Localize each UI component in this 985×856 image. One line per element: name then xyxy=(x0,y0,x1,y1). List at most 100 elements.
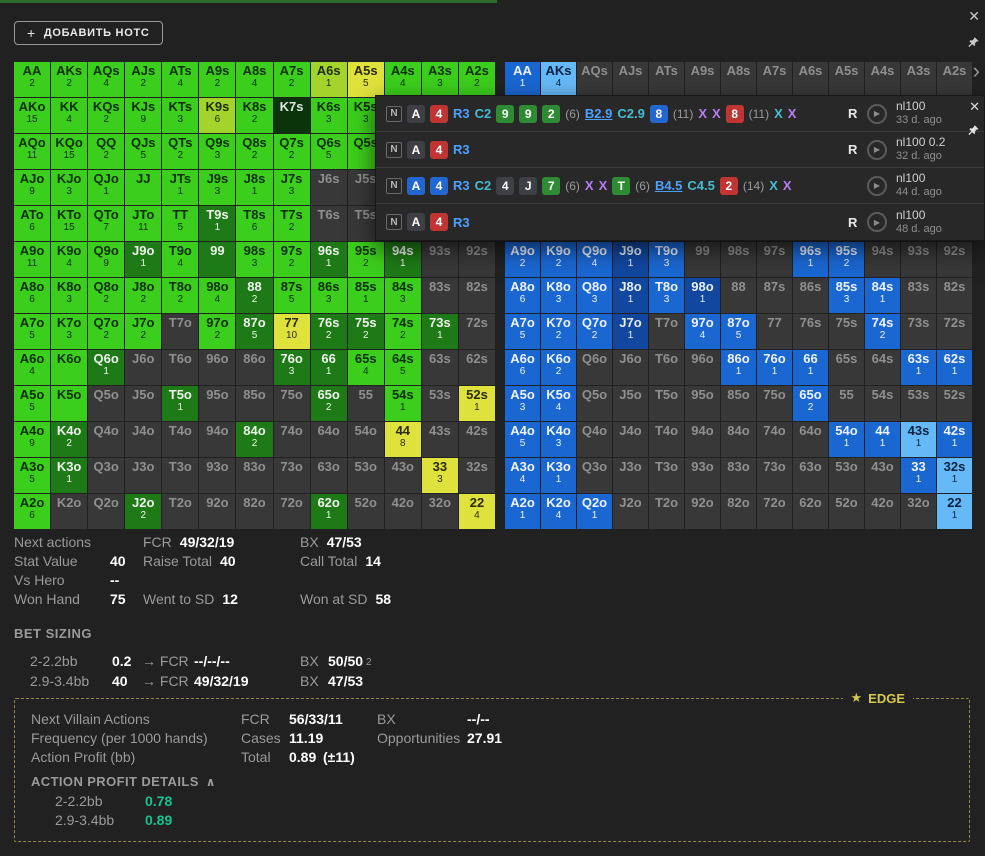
grid-cell-ATs[interactable]: ATs 4 xyxy=(162,62,199,97)
grid-cell-QTo[interactable]: QTo 7 xyxy=(88,206,125,241)
grid-cell-Q6o[interactable]: Q6o xyxy=(577,350,612,385)
grid-cell-J4o[interactable]: J4o xyxy=(125,422,162,457)
grid-cell-A4o[interactable]: A4o 9 xyxy=(14,422,51,457)
grid-cell-Q3o[interactable]: Q3o xyxy=(577,458,612,493)
grid-cell-33[interactable]: 33 1 xyxy=(901,458,936,493)
grid-cell-97o[interactable]: 97o 4 xyxy=(685,314,720,349)
grid-cell-62o[interactable]: 62o xyxy=(793,494,828,529)
grid-cell-J4o[interactable]: J4o xyxy=(613,422,648,457)
hand-history-row[interactable]: N A 4 R3 C2 9 9 2 (6) B2.9 C2.9 8 (11) X X 8 (11) X X R ▶ nl1… xyxy=(376,96,984,132)
grid-cell-62o[interactable]: 62o 1 xyxy=(310,494,347,529)
grid-cell-42o[interactable]: 42o xyxy=(865,494,900,529)
grid-cell-62s[interactable]: 62s 1 xyxy=(937,350,972,385)
grid-cell-73s[interactable]: 73s 1 xyxy=(421,314,458,349)
grid-cell-75s[interactable]: 75s 2 xyxy=(347,314,384,349)
grid-cell-A7o[interactable]: A7o 5 xyxy=(505,314,540,349)
grid-cell-A6o[interactable]: A6o 4 xyxy=(14,350,51,385)
grid-cell-82s[interactable]: 82s xyxy=(937,278,972,313)
grid-cell-JJ[interactable]: JJ xyxy=(125,170,162,205)
grid-cell-A9s[interactable]: A9s 2 xyxy=(199,62,236,97)
grid-cell-88[interactable]: 88 xyxy=(721,278,756,313)
grid-cell-42s[interactable]: 42s 1 xyxy=(937,422,972,457)
grid-cell-AJs[interactable]: AJs 2 xyxy=(125,62,162,97)
grid-cell-75o[interactable]: 75o xyxy=(757,386,792,421)
grid-cell-74o[interactable]: 74o xyxy=(273,422,310,457)
bet-action[interactable]: B4.5 xyxy=(655,178,682,193)
grid-cell-83s[interactable]: 83s xyxy=(901,278,936,313)
grid-cell-J3o[interactable]: J3o xyxy=(125,458,162,493)
grid-cell-83o[interactable]: 83o xyxy=(236,458,273,493)
grid-cell-J2o[interactable]: J2o 2 xyxy=(125,494,162,529)
grid-cell-K2o[interactable]: K2o xyxy=(51,494,88,529)
grid-cell-52s[interactable]: 52s 1 xyxy=(458,386,495,421)
grid-cell-K6o[interactable]: K6o 2 xyxy=(541,350,576,385)
grid-cell-K3o[interactable]: K3o 1 xyxy=(51,458,88,493)
grid-cell-JTo[interactable]: JTo 11 xyxy=(125,206,162,241)
grid-cell-J7o[interactable]: J7o 2 xyxy=(125,314,162,349)
grid-cell-93o[interactable]: 93o xyxy=(199,458,236,493)
grid-cell-76s[interactable]: 76s xyxy=(793,314,828,349)
grid-cell-AQs[interactable]: AQs xyxy=(577,62,612,97)
grid-cell-Q4o[interactable]: Q4o xyxy=(88,422,125,457)
grid-cell-K9s[interactable]: K9s 6 xyxy=(199,98,236,133)
raise-action[interactable]: R3 xyxy=(453,142,470,157)
grid-cell-93o[interactable]: 93o xyxy=(685,458,720,493)
grid-cell-T5o[interactable]: T5o 1 xyxy=(162,386,199,421)
grid-cell-J7s[interactable]: J7s 3 xyxy=(273,170,310,205)
grid-cell-J6o[interactable]: J6o xyxy=(125,350,162,385)
grid-cell-87s[interactable]: 87s xyxy=(757,278,792,313)
grid-cell-75o[interactable]: 75o xyxy=(273,386,310,421)
grid-cell-J8o[interactable]: J8o 1 xyxy=(613,278,648,313)
grid-cell-85s[interactable]: 85s 1 xyxy=(347,278,384,313)
grid-cell-J5o[interactable]: J5o xyxy=(613,386,648,421)
grid-cell-98o[interactable]: 98o 1 xyxy=(685,278,720,313)
grid-cell-72o[interactable]: 72o xyxy=(757,494,792,529)
grid-cell-98o[interactable]: 98o 4 xyxy=(199,278,236,313)
grid-cell-K8o[interactable]: K8o 3 xyxy=(541,278,576,313)
play-hand-button[interactable]: ▶ xyxy=(867,139,887,160)
grid-cell-54o[interactable]: 54o xyxy=(347,422,384,457)
grid-cell-87o[interactable]: 87o 5 xyxy=(721,314,756,349)
grid-cell-66[interactable]: 66 1 xyxy=(310,350,347,385)
grid-cell-KTo[interactable]: KTo 15 xyxy=(51,206,88,241)
bet-action[interactable]: B2.9 xyxy=(585,106,612,121)
grid-cell-K8s[interactable]: K8s 2 xyxy=(236,98,273,133)
grid-cell-85s[interactable]: 85s 3 xyxy=(829,278,864,313)
grid-cell-87o[interactable]: 87o 5 xyxy=(236,314,273,349)
grid-cell-T9o[interactable]: T9o 3 xyxy=(649,242,684,277)
grid-cell-J3o[interactable]: J3o xyxy=(613,458,648,493)
grid-cell-A9s[interactable]: A9s xyxy=(685,62,720,97)
grid-cell-82s[interactable]: 82s xyxy=(458,278,495,313)
grid-cell-Q9s[interactable]: Q9s 3 xyxy=(199,134,236,169)
grid-cell-72s[interactable]: 72s xyxy=(937,314,972,349)
grid-cell-95o[interactable]: 95o xyxy=(685,386,720,421)
grid-cell-KQo[interactable]: KQo 15 xyxy=(51,134,88,169)
grid-cell-22[interactable]: 22 1 xyxy=(937,494,972,529)
grid-cell-J2o[interactable]: J2o xyxy=(613,494,648,529)
grid-cell-Q6o[interactable]: Q6o 1 xyxy=(88,350,125,385)
grid-cell-Q6s[interactable]: Q6s 5 xyxy=(310,134,347,169)
grid-cell-T5o[interactable]: T5o xyxy=(649,386,684,421)
popup-pin-icon[interactable] xyxy=(967,124,980,137)
grid-cell-43s[interactable]: 43s 1 xyxy=(901,422,936,457)
grid-cell-A5o[interactable]: A5o 3 xyxy=(505,386,540,421)
grid-cell-A8s[interactable]: A8s xyxy=(721,62,756,97)
grid-cell-98s[interactable]: 98s xyxy=(721,242,756,277)
grid-cell-Q7o[interactable]: Q7o 2 xyxy=(577,314,612,349)
grid-cell-96o[interactable]: 96o xyxy=(685,350,720,385)
grid-cell-A4o[interactable]: A4o 5 xyxy=(505,422,540,457)
grid-cell-52o[interactable]: 52o xyxy=(829,494,864,529)
grid-cell-43o[interactable]: 43o xyxy=(865,458,900,493)
grid-cell-AQs[interactable]: AQs 4 xyxy=(88,62,125,97)
grid-cell-84o[interactable]: 84o xyxy=(721,422,756,457)
grid-cell-A3o[interactable]: A3o 5 xyxy=(14,458,51,493)
grid-cell-53s[interactable]: 53s xyxy=(421,386,458,421)
grid-cell-Q7o[interactable]: Q7o 2 xyxy=(88,314,125,349)
grid-cell-64o[interactable]: 64o xyxy=(793,422,828,457)
grid-cell-72o[interactable]: 72o xyxy=(273,494,310,529)
grid-cell-Q2o[interactable]: Q2o xyxy=(88,494,125,529)
grid-cell-63s[interactable]: 63s 1 xyxy=(901,350,936,385)
grid-cell-93s[interactable]: 93s xyxy=(901,242,936,277)
grid-cell-82o[interactable]: 82o xyxy=(721,494,756,529)
grid-cell-76s[interactable]: 76s 2 xyxy=(310,314,347,349)
